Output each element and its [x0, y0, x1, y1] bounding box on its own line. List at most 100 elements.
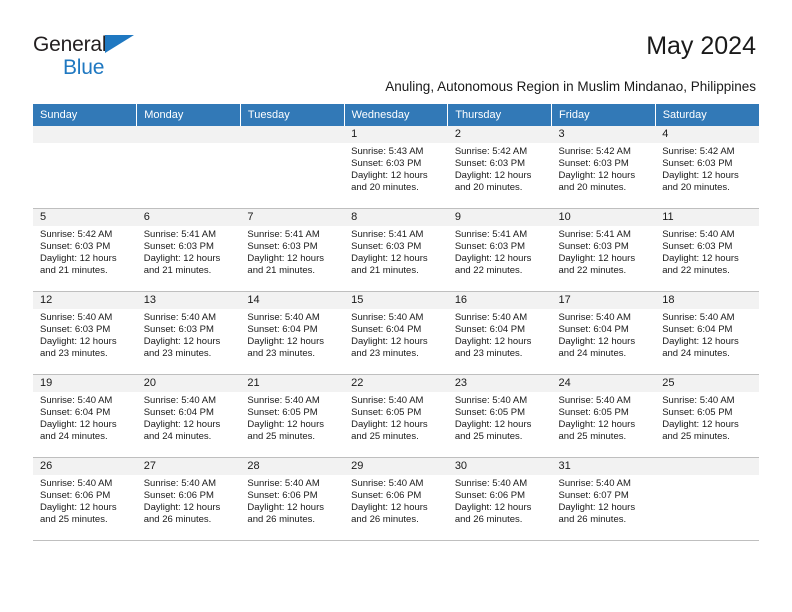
sunset-text: Sunset: 6:03 PM	[351, 241, 422, 253]
day-number: 28	[240, 458, 345, 475]
logo-text-blue: Blue	[63, 56, 105, 79]
calendar-day-cell[interactable]: 27 Sunrise: 5:40 AM Sunset: 6:06 PM Dayligh…	[136, 457, 241, 541]
sunrise-text: Sunrise: 5:42 AM	[40, 229, 113, 240]
calendar-day-cell[interactable]: 16 Sunrise: 5:40 AM Sunset: 6:04 PM Dayligh…	[447, 291, 552, 375]
day-cell-inner: 3 Sunrise: 5:42 AM Sunset: 6:03 PM Daylight…	[551, 126, 656, 208]
calendar-day-cell[interactable]: 18 Sunrise: 5:40 AM Sunset: 6:04 PM Dayligh…	[655, 291, 759, 375]
calendar-day-cell-empty	[136, 126, 241, 209]
calendar-day-cell[interactable]: 24 Sunrise: 5:40 AM Sunset: 6:05 PM Dayligh…	[551, 374, 656, 458]
sunset-text: Sunset: 6:03 PM	[40, 241, 111, 253]
calendar-day-cell[interactable]: 3 Sunrise: 5:42 AM Sunset: 6:03 PM Daylight…	[551, 126, 656, 209]
calendar-week-row: 26 Sunrise: 5:40 AM Sunset: 6:06 PM Dayligh…	[33, 457, 759, 541]
daylight-text: Daylight: 12 hours and 21 minutes.	[247, 253, 324, 277]
day-number: 29	[344, 458, 448, 475]
day-number: 10	[551, 209, 656, 226]
calendar-day-cell[interactable]: 6 Sunrise: 5:41 AM Sunset: 6:03 PM Daylight…	[136, 208, 241, 292]
calendar-day-cell[interactable]: 11 Sunrise: 5:40 AM Sunset: 6:03 PM Dayligh…	[655, 208, 759, 292]
weekday-header-saturday: Saturday	[655, 104, 759, 126]
daylight-text: Daylight: 12 hours and 23 minutes.	[454, 336, 532, 360]
sunset-text: Sunset: 6:06 PM	[351, 490, 422, 502]
sunset-text: Sunset: 6:03 PM	[454, 241, 526, 253]
calendar-day-cell-empty	[33, 126, 137, 209]
calendar-day-cell-empty	[655, 457, 759, 541]
day-sun-info: Sunrise: 5:40 AM Sunset: 6:05 PM Daylight:…	[552, 392, 656, 443]
calendar-day-cell[interactable]: 4 Sunrise: 5:42 AM Sunset: 6:03 PM Daylight…	[655, 126, 759, 209]
calendar-day-cell[interactable]: 31 Sunrise: 5:40 AM Sunset: 6:07 PM Dayligh…	[551, 457, 656, 541]
day-cell-inner: 2 Sunrise: 5:42 AM Sunset: 6:03 PM Daylight…	[447, 126, 552, 208]
calendar-day-cell[interactable]: 25 Sunrise: 5:40 AM Sunset: 6:05 PM Dayligh…	[655, 374, 759, 458]
day-number: 24	[551, 375, 656, 392]
sunrise-text: Sunrise: 5:41 AM	[247, 229, 320, 240]
calendar-day-cell[interactable]: 20 Sunrise: 5:40 AM Sunset: 6:04 PM Dayligh…	[136, 374, 241, 458]
calendar-week-row: 12 Sunrise: 5:40 AM Sunset: 6:03 PM Dayligh…	[33, 291, 759, 375]
calendar-day-cell[interactable]: 19 Sunrise: 5:40 AM Sunset: 6:04 PM Dayligh…	[33, 374, 137, 458]
daylight-text: Daylight: 12 hours and 24 minutes.	[40, 419, 117, 443]
calendar-day-cell[interactable]: 10 Sunrise: 5:41 AM Sunset: 6:03 PM Dayligh…	[551, 208, 656, 292]
day-number: 8	[344, 209, 448, 226]
weekday-header-wednesday: Wednesday	[344, 104, 449, 126]
daylight-text: Daylight: 12 hours and 26 minutes.	[558, 502, 636, 526]
day-cell-inner: 1 Sunrise: 5:43 AM Sunset: 6:03 PM Daylight…	[344, 126, 448, 208]
day-sun-info: Sunrise: 5:40 AM Sunset: 6:03 PM Daylight:…	[137, 309, 241, 360]
day-cell-inner: 16 Sunrise: 5:40 AM Sunset: 6:04 PM Dayligh…	[447, 292, 552, 374]
calendar-day-cell[interactable]: 21 Sunrise: 5:40 AM Sunset: 6:05 PM Dayligh…	[240, 374, 345, 458]
sunset-text: Sunset: 6:04 PM	[351, 324, 422, 336]
day-sun-info: Sunrise: 5:41 AM Sunset: 6:03 PM Daylight:…	[240, 226, 344, 277]
day-number: 12	[33, 292, 137, 309]
calendar-day-cell[interactable]: 29 Sunrise: 5:40 AM Sunset: 6:06 PM Dayligh…	[344, 457, 448, 541]
sunrise-text: Sunrise: 5:40 AM	[40, 312, 113, 323]
day-number: 2	[447, 126, 552, 143]
weekday-header-thursday: Thursday	[447, 104, 553, 126]
sunrise-text: Sunrise: 5:40 AM	[558, 478, 631, 489]
calendar-day-cell[interactable]: 2 Sunrise: 5:42 AM Sunset: 6:03 PM Daylight…	[447, 126, 552, 209]
general-blue-logo[interactable]: General Blue	[33, 34, 163, 79]
sunrise-text: Sunrise: 5:40 AM	[662, 395, 735, 406]
day-number: 3	[551, 126, 656, 143]
day-cell-inner: 12 Sunrise: 5:40 AM Sunset: 6:03 PM Dayligh…	[33, 292, 137, 374]
day-cell-inner: 15 Sunrise: 5:40 AM Sunset: 6:04 PM Dayligh…	[344, 292, 448, 374]
calendar-day-cell[interactable]: 8 Sunrise: 5:41 AM Sunset: 6:03 PM Daylight…	[344, 208, 448, 292]
calendar-day-cell[interactable]: 28 Sunrise: 5:40 AM Sunset: 6:06 PM Dayligh…	[240, 457, 345, 541]
calendar-day-cell[interactable]: 7 Sunrise: 5:41 AM Sunset: 6:03 PM Daylight…	[240, 208, 345, 292]
day-cell-inner: 14 Sunrise: 5:40 AM Sunset: 6:04 PM Dayligh…	[240, 292, 345, 374]
calendar-day-cell[interactable]: 12 Sunrise: 5:40 AM Sunset: 6:03 PM Dayligh…	[33, 291, 137, 375]
weekday-header-monday: Monday	[136, 104, 241, 126]
day-sun-info: Sunrise: 5:40 AM Sunset: 6:06 PM Daylight:…	[33, 475, 137, 526]
sunrise-text: Sunrise: 5:40 AM	[454, 395, 528, 406]
day-sun-info: Sunrise: 5:40 AM Sunset: 6:04 PM Daylight:…	[344, 309, 448, 360]
daylight-text: Daylight: 12 hours and 21 minutes.	[40, 253, 117, 277]
day-sun-info: Sunrise: 5:41 AM Sunset: 6:03 PM Daylight:…	[344, 226, 448, 277]
day-number	[655, 458, 759, 475]
sunrise-text: Sunrise: 5:40 AM	[247, 478, 320, 489]
day-sun-info: Sunrise: 5:40 AM Sunset: 6:04 PM Daylight:…	[552, 309, 656, 360]
day-cell-inner: 27 Sunrise: 5:40 AM Sunset: 6:06 PM Dayligh…	[136, 458, 241, 540]
day-cell-inner: 7 Sunrise: 5:41 AM Sunset: 6:03 PM Daylight…	[240, 209, 345, 291]
calendar-day-cell[interactable]: 26 Sunrise: 5:40 AM Sunset: 6:06 PM Dayligh…	[33, 457, 137, 541]
calendar-day-cell[interactable]: 30 Sunrise: 5:40 AM Sunset: 6:06 PM Dayligh…	[447, 457, 552, 541]
daylight-text: Daylight: 12 hours and 25 minutes.	[662, 419, 739, 443]
daylight-text: Daylight: 12 hours and 25 minutes.	[558, 419, 636, 443]
daylight-text: Daylight: 12 hours and 21 minutes.	[143, 253, 221, 277]
day-sun-info: Sunrise: 5:41 AM Sunset: 6:03 PM Daylight:…	[552, 226, 656, 277]
sunrise-text: Sunrise: 5:40 AM	[247, 395, 320, 406]
day-number: 27	[136, 458, 241, 475]
day-number	[240, 126, 345, 143]
calendar-day-cell[interactable]: 23 Sunrise: 5:40 AM Sunset: 6:05 PM Dayligh…	[447, 374, 552, 458]
daylight-text: Daylight: 12 hours and 20 minutes.	[454, 170, 532, 194]
calendar-day-cell[interactable]: 22 Sunrise: 5:40 AM Sunset: 6:05 PM Dayligh…	[344, 374, 448, 458]
calendar-day-cell[interactable]: 15 Sunrise: 5:40 AM Sunset: 6:04 PM Dayligh…	[344, 291, 448, 375]
sunrise-text: Sunrise: 5:40 AM	[143, 312, 217, 323]
calendar-day-cell[interactable]: 13 Sunrise: 5:40 AM Sunset: 6:03 PM Dayligh…	[136, 291, 241, 375]
calendar-week-row: 1 Sunrise: 5:43 AM Sunset: 6:03 PM Daylight…	[33, 126, 759, 209]
day-cell-inner: 23 Sunrise: 5:40 AM Sunset: 6:05 PM Dayligh…	[447, 375, 552, 457]
calendar-day-cell[interactable]: 5 Sunrise: 5:42 AM Sunset: 6:03 PM Daylight…	[33, 208, 137, 292]
calendar-day-cell[interactable]: 14 Sunrise: 5:40 AM Sunset: 6:04 PM Dayligh…	[240, 291, 345, 375]
sunrise-text: Sunrise: 5:42 AM	[454, 146, 528, 157]
day-cell-inner: 29 Sunrise: 5:40 AM Sunset: 6:06 PM Dayligh…	[344, 458, 448, 540]
calendar-day-cell[interactable]: 1 Sunrise: 5:43 AM Sunset: 6:03 PM Daylight…	[344, 126, 448, 209]
daylight-text: Daylight: 12 hours and 20 minutes.	[351, 170, 428, 194]
day-cell-inner: 20 Sunrise: 5:40 AM Sunset: 6:04 PM Dayligh…	[136, 375, 241, 457]
calendar-day-cell[interactable]: 17 Sunrise: 5:40 AM Sunset: 6:04 PM Dayligh…	[551, 291, 656, 375]
calendar-day-cell[interactable]: 9 Sunrise: 5:41 AM Sunset: 6:03 PM Daylight…	[447, 208, 552, 292]
day-number: 22	[344, 375, 448, 392]
